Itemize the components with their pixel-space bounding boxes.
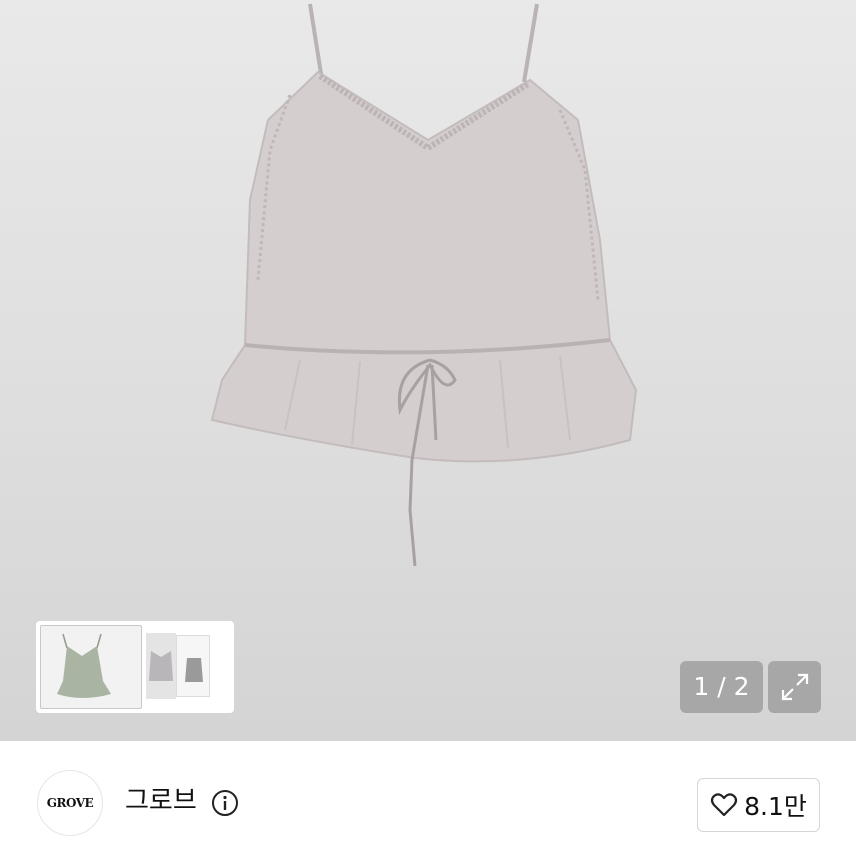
info-circle-icon[interactable]	[211, 789, 239, 817]
expand-button[interactable]	[768, 661, 821, 713]
thumbnail-1[interactable]	[40, 625, 142, 709]
like-button[interactable]: 8.1만	[697, 778, 820, 832]
shop-bar: GROVE 그로브 8.1만	[0, 741, 856, 856]
page-counter: 1 / 2	[680, 661, 763, 713]
shop-logo-text: GROVE	[46, 796, 94, 810]
expand-arrows-icon	[781, 673, 808, 701]
thumbnail-3[interactable]	[176, 635, 210, 697]
shop-avatar[interactable]: GROVE	[37, 770, 103, 836]
thumbnail-strip	[36, 621, 234, 713]
shop-name[interactable]: 그로브	[125, 785, 197, 817]
like-count: 8.1만	[744, 792, 807, 821]
product-image-viewer[interactable]: 1 / 2	[0, 0, 856, 741]
heart-outline-icon	[711, 793, 738, 817]
thumbnail-2[interactable]	[146, 633, 176, 699]
